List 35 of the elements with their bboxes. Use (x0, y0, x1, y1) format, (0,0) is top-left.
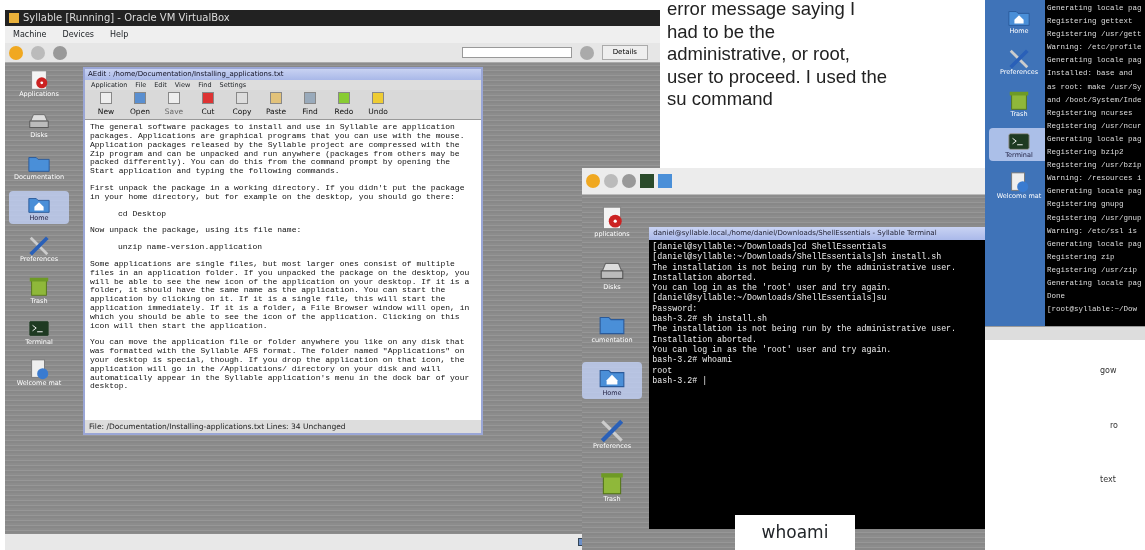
terminal-line: The installation is not being run by the administrative user. (652, 262, 958, 273)
terminal-line: bash-3.2# sh install.sh (652, 314, 768, 324)
code-line: cd Desktop (117, 209, 167, 219)
trash-icon (27, 275, 51, 298)
paragraph: Some applications are single files, but most larger ones consist of multiple files in an application folder. If you unpacked the package on the desktop, you will be able to see the new icon of the application on your desktop. If it is a folder, it should have the same name as the application. You can start the application by clicking on it. If it is a single file, this will start the application immediately. If it is a folder, a File Browser window will open, in which you should be able to see the icon of the application. Clicking on this icon will then start the application. (90, 260, 471, 331)
paragraph: The general software packages to install and use in Syllable are application packages. Applications are graphical programs that you can use with the mouse. Application packages released by the Syllable project are compressed with the Zip program and can be unpacked and run anywhere (packages from others may be packed differently). You can do this from the command prompt by opening the Start application and typing the following commands. (90, 123, 466, 177)
text-fragment: text (1100, 474, 1116, 486)
paragraph: You can move the application file or folder anywhere you like on any disk that was formatted with the Syllable AFS format. The folder named "Applications" on your desktop is special, though. If you drop the application on that icon, the application will go in the /Applications/ directory on your disk and will automatically appear in the Syllable application's menu in the dock bar of your desktop. (90, 338, 471, 392)
window-logo-icon (9, 13, 19, 23)
terminal-line: The installation is not being run by the administrative user. (652, 324, 958, 335)
menu-item[interactable]: Help (110, 26, 129, 43)
paragraph: Now unpack the package, using its file name: (90, 226, 303, 236)
menu-item[interactable]: Machine (13, 26, 47, 43)
window-title: Syllable [Running] - Oracle VM VirtualBox (23, 11, 230, 25)
terminal-line: [daniel@syllable:~/Downloads]cd ShellEssentials (652, 242, 888, 252)
code-line: unzip name-version.application (117, 243, 264, 252)
machine-dropdown[interactable] (461, 47, 572, 58)
menu-item[interactable]: Devices (62, 26, 95, 43)
terminal-line: You can log in as the 'root' user and try again. (652, 283, 893, 293)
terminal-line: Password: (652, 303, 699, 314)
text-fragment: ro (1110, 420, 1118, 432)
terminal-line: bash-3.2# | (652, 375, 709, 387)
tools-icon (1007, 47, 1031, 70)
terminal-line: [daniel@syllable:~/Downloads/ShellEssentials]sh install.sh (652, 252, 943, 263)
terminal-line: [daniel@syllable:~/Downloads/ShellEssentials]su (652, 293, 888, 304)
paragraph: First unpack the package in a working directory. If you didn't put the package in your home directory, but for example on the desktop, you should go there: (90, 184, 466, 202)
terminal-line: Installation aborted. (652, 334, 758, 345)
terminal-line: You can log in as the 'root' user and try again. (652, 344, 893, 355)
terminal-line: bash-3.2# whoami (652, 355, 734, 366)
text-fragment: gow (1100, 365, 1117, 377)
terminal-line: Installation aborted. (652, 272, 758, 283)
caption-text: whoami (761, 520, 829, 544)
terminal-line: root (652, 365, 674, 376)
tools-icon (27, 234, 51, 257)
caption-text: error message saying I had to be the administrative, or root, user to proceed. I used the su command (667, 0, 889, 111)
